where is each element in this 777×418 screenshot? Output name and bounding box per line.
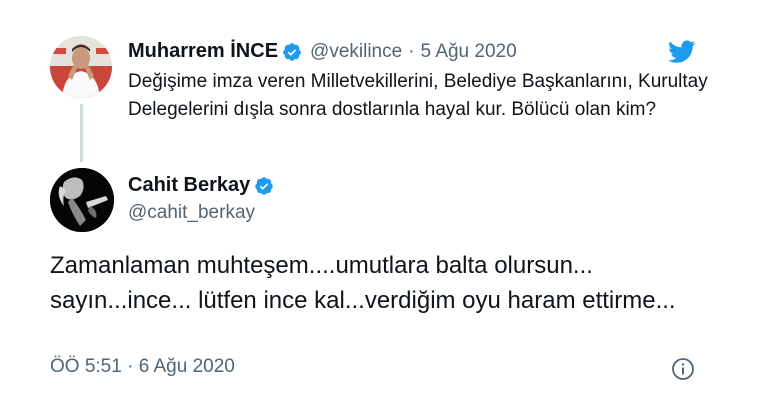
quoted-author-handle[interactable]: @vekilince [310,41,402,63]
quoted-author-name[interactable]: Muharrem İNCE [128,40,278,63]
twitter-bird-icon[interactable] [668,40,696,64]
avatar-photo [50,168,114,232]
avatar-photo [50,36,112,98]
reply-author-handle[interactable]: @cahit_berkay [128,202,255,224]
thread-connector-line [80,104,83,162]
reply-author-header: Cahit Berkay [128,174,274,197]
verified-badge-icon [283,42,301,61]
separator-dot: · [408,40,415,62]
quoted-tweet-header: Muharrem İNCE @vekilince · 5 Ağu 2020 [128,40,517,63]
quoted-tweet-text: Değişime imza veren Milletvekillerini, B… [128,71,708,120]
tweet-timestamp[interactable]: ÖÖ 5:51 · 6 Ağu 2020 [50,356,235,378]
quoted-tweet-date[interactable]: 5 Ağu 2020 [421,41,517,63]
reply-tweet-text: Zamanlaman muhteşem....umutlara balta ol… [50,252,676,314]
info-icon[interactable] [671,357,695,381]
muharrem-ince-avatar[interactable] [50,36,112,98]
verified-badge-icon [255,176,274,195]
reply-author-name[interactable]: Cahit Berkay [128,174,250,197]
cahit-berkay-avatar[interactable] [50,168,114,232]
